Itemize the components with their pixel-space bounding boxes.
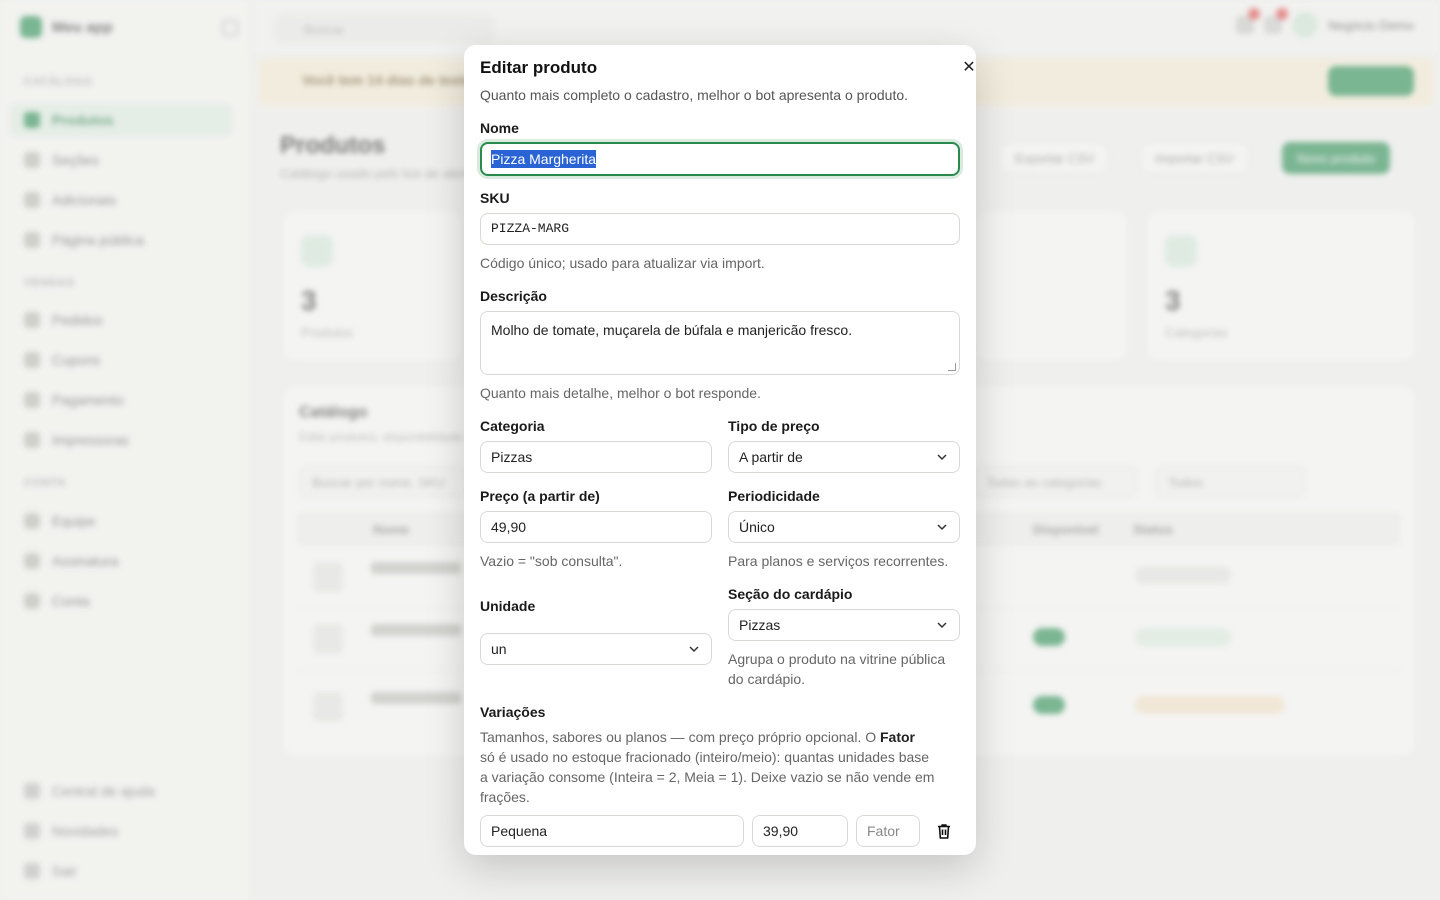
description-help: Quanto mais detalhe, melhor o bot respon… — [480, 385, 761, 401]
section-label: Seção do cardápio — [728, 586, 853, 602]
description-value: Molho de tomate, muçarela de búfala e ma… — [491, 322, 853, 338]
name-input[interactable]: Pizza Margherita — [480, 142, 960, 176]
variations-label: Variações — [480, 704, 546, 720]
chevron-down-icon — [937, 622, 947, 629]
variations-help: Tamanhos, sabores ou planos — com preço … — [480, 729, 935, 805]
name-label: Nome — [480, 120, 519, 136]
sku-input[interactable]: PIZZA-MARG — [480, 213, 960, 245]
unit-select[interactable]: un — [480, 633, 712, 665]
period-select[interactable]: Único — [728, 511, 960, 543]
resize-handle-icon[interactable] — [948, 363, 956, 371]
section-help-line2: do cardápio. — [728, 671, 806, 687]
description-label: Descrição — [480, 288, 547, 304]
dialog-description: Quanto mais completo o cadastro, melhor … — [480, 87, 909, 103]
trash-icon[interactable] — [935, 822, 953, 840]
section-select[interactable]: Pizzas — [728, 609, 960, 641]
name-input-value: Pizza Margherita — [491, 150, 597, 168]
dialog-title: Editar produto — [480, 58, 598, 77]
unit-label: Unidade — [480, 598, 536, 614]
price-input[interactable]: 49,90 — [480, 511, 712, 543]
sku-label: SKU — [480, 190, 510, 206]
description-textarea[interactable]: Molho de tomate, muçarela de búfala e ma… — [480, 311, 960, 375]
chevron-down-icon — [937, 524, 947, 531]
price-label: Preço (a partir de) — [480, 488, 600, 504]
period-label: Periodicidade — [728, 488, 820, 504]
category-input[interactable]: Pizzas — [480, 441, 712, 473]
variation-name-input[interactable]: Pequena — [480, 815, 744, 847]
price-type-label: Tipo de preço — [728, 418, 820, 434]
category-label: Categoria — [480, 418, 545, 434]
section-help-line1: Agrupa o produto na vitrine pública — [728, 651, 946, 667]
variation-price-input[interactable]: 39,90 — [752, 815, 848, 847]
period-help: Para planos e serviços recorrentes. — [728, 553, 949, 569]
price-type-select[interactable]: A partir de — [728, 441, 960, 473]
close-icon[interactable]: ✕ — [960, 59, 976, 77]
sku-help: Código único; usado para atualizar via i… — [480, 255, 765, 271]
chevron-down-icon — [689, 646, 699, 653]
sku-input-value: PIZZA-MARG — [491, 221, 570, 236]
edit-product-dialog: Editar produto ✕ Quanto mais completo o … — [464, 45, 976, 855]
variation-factor-input[interactable]: Fator — [856, 815, 920, 847]
price-help: Vazio = "sob consulta". — [480, 553, 623, 569]
chevron-down-icon — [937, 454, 947, 461]
